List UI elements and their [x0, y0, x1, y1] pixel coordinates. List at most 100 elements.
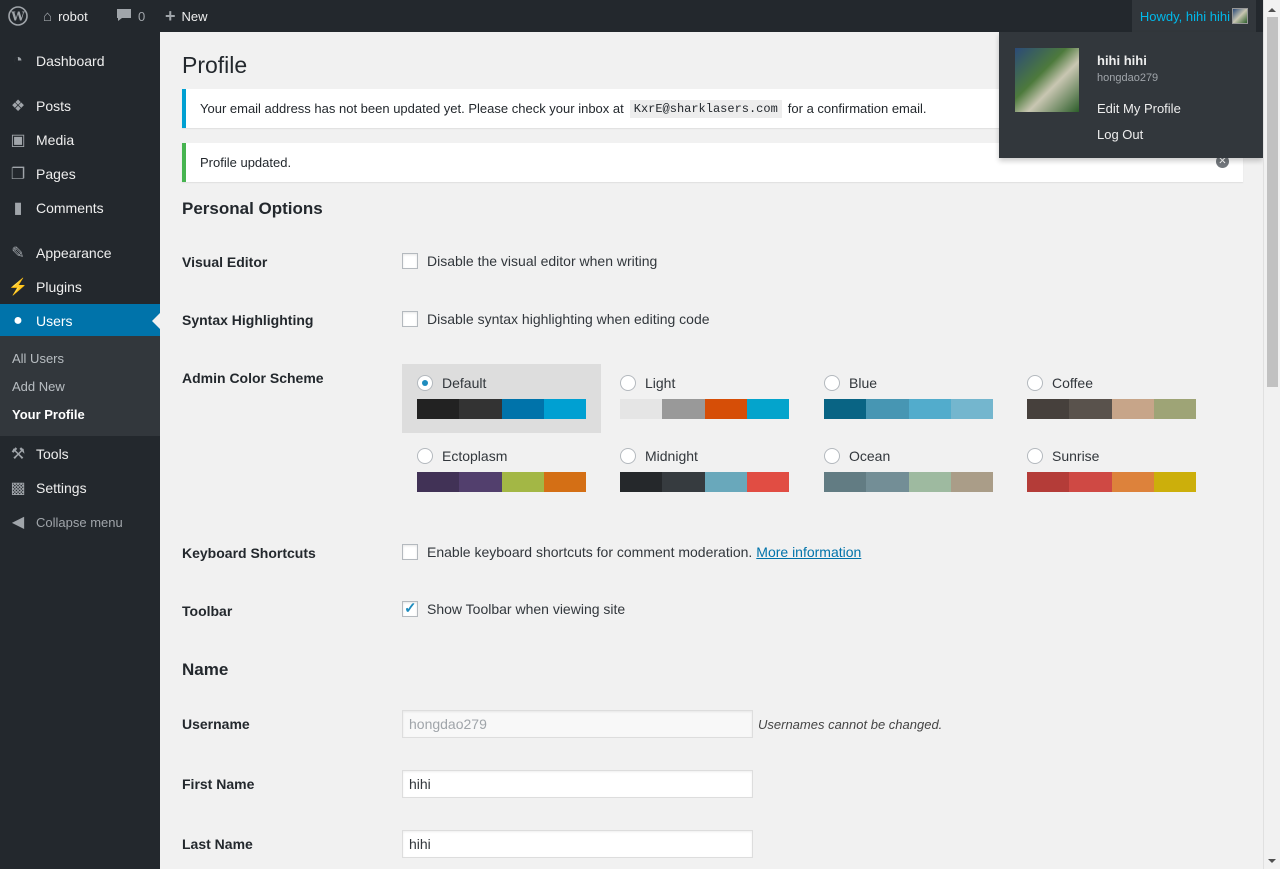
notice-text-after: for a confirmation email.	[787, 101, 927, 116]
submenu-your-profile[interactable]: Your Profile	[12, 407, 85, 422]
scheme-coffee[interactable]: Coffee	[1012, 364, 1211, 433]
color-swatch	[1153, 399, 1196, 419]
menu-comments[interactable]: ▮ Comments	[0, 191, 160, 225]
scheme-midnight[interactable]: Midnight	[605, 437, 804, 506]
scheme-sunrise[interactable]: Sunrise	[1012, 437, 1211, 506]
menu-dashboard[interactable]: ◔ Dashboard	[0, 44, 160, 78]
submenu-add-new[interactable]: Add New	[12, 379, 65, 394]
syntax-highlighting-option[interactable]: Disable syntax highlighting when editing…	[402, 311, 710, 327]
menu-pages[interactable]: ❐ Pages	[0, 157, 160, 191]
new-content-link[interactable]: + New	[165, 0, 208, 32]
page-scrollbar[interactable]	[1263, 0, 1280, 869]
scheme-radio[interactable]	[824, 374, 840, 391]
username-description: Usernames cannot be changed.	[758, 717, 943, 732]
menu-tools[interactable]: ⚒ Tools	[0, 437, 160, 471]
scheme-ectoplasm[interactable]: Ectoplasm	[402, 437, 601, 506]
menu-settings[interactable]: ▩ Settings	[0, 471, 160, 505]
menu-posts[interactable]: ❖ Posts	[0, 89, 160, 123]
log-out-link[interactable]: Log Out	[1097, 127, 1143, 142]
syntax-highlighting-label: Syntax Highlighting	[182, 312, 314, 328]
color-swatch	[543, 472, 586, 492]
media-icon: ▣	[10, 132, 26, 149]
toolbar-checkbox[interactable]	[402, 599, 418, 617]
scrollbar-thumb[interactable]	[1267, 17, 1278, 387]
color-swatch	[950, 472, 993, 492]
admin-color-scheme-label: Admin Color Scheme	[182, 370, 324, 386]
visual-editor-checkbox[interactable]	[402, 253, 418, 269]
menu-label: Settings	[36, 480, 87, 496]
color-swatch	[501, 472, 544, 492]
scheme-name: Light	[645, 374, 676, 391]
submenu-all-users[interactable]: All Users	[12, 351, 64, 366]
scheme-radio[interactable]	[417, 374, 433, 391]
toolbar-option[interactable]: Show Toolbar when viewing site	[402, 599, 625, 617]
scheme-radio[interactable]	[1027, 447, 1043, 464]
color-swatch	[1111, 399, 1154, 419]
color-swatch	[824, 399, 867, 419]
scheme-radio[interactable]	[620, 447, 636, 464]
scheme-swatches	[824, 399, 993, 419]
display-name[interactable]: hihi hihi	[1097, 53, 1147, 68]
scheme-radio[interactable]	[620, 374, 636, 391]
wordpress-logo-icon[interactable]: W	[5, 0, 31, 32]
color-swatch	[746, 399, 789, 419]
color-swatch	[866, 399, 909, 419]
visual-editor-option[interactable]: Disable the visual editor when writing	[402, 253, 657, 269]
more-information-link[interactable]: More information	[756, 544, 861, 560]
my-account-menu[interactable]: Howdy, hihi hihi	[1131, 0, 1256, 32]
svg-text:W: W	[10, 10, 25, 24]
username-label: Username	[182, 716, 250, 732]
menu-appearance[interactable]: ✎ Appearance	[0, 236, 160, 270]
comments-link[interactable]: 0	[116, 0, 145, 32]
visual-editor-label: Visual Editor	[182, 254, 268, 270]
scheme-radio[interactable]	[417, 447, 433, 464]
last-name-field[interactable]: hihi	[402, 830, 753, 858]
scheme-radio[interactable]	[824, 447, 840, 464]
scroll-down-arrow-icon[interactable]	[1268, 859, 1276, 867]
scheme-radio[interactable]	[1027, 374, 1043, 391]
avatar[interactable]	[1015, 48, 1079, 112]
color-swatch	[866, 472, 909, 492]
scroll-up-arrow-icon[interactable]	[1268, 4, 1276, 12]
scheme-name: Blue	[849, 374, 878, 391]
menu-users[interactable]: ● Users	[0, 304, 160, 338]
color-swatch	[620, 399, 663, 419]
scheme-blue[interactable]: Blue	[809, 364, 1008, 433]
menu-label: Users	[36, 313, 73, 329]
visual-editor-text: Disable the visual editor when writing	[427, 253, 658, 269]
scheme-name: Ectoplasm	[442, 447, 508, 464]
scheme-name: Ocean	[849, 447, 891, 464]
comment-bubble-icon	[116, 8, 132, 25]
site-name-link[interactable]: ⌂ robot	[43, 0, 88, 32]
dropdown-username: hongdao279	[1097, 72, 1159, 84]
home-icon: ⌂	[43, 7, 53, 25]
menu-plugins[interactable]: ⚡ Plugins	[0, 270, 160, 304]
scheme-light[interactable]: Light	[605, 364, 804, 433]
wrench-icon: ⚒	[10, 446, 26, 463]
user-icon: ●	[13, 312, 23, 329]
color-swatch	[1069, 472, 1112, 492]
site-name-label: robot	[58, 8, 88, 24]
notice-email-code: KxrE@sharklasers.com	[629, 99, 782, 118]
scheme-swatches	[417, 399, 586, 419]
plus-icon: +	[165, 5, 176, 26]
color-swatch	[746, 472, 789, 492]
collapse-menu-button[interactable]: ◀ Collapse menu	[0, 505, 160, 539]
scheme-default[interactable]: Default	[402, 364, 601, 433]
edit-my-profile-link[interactable]: Edit My Profile	[1097, 101, 1181, 116]
account-dropdown: hihi hihi hongdao279 Edit My Profile Log…	[999, 32, 1263, 158]
scheme-swatches	[1027, 472, 1196, 492]
keyboard-shortcuts-option[interactable]: Enable keyboard shortcuts for comment mo…	[402, 544, 861, 560]
avatar-small	[1232, 8, 1248, 24]
color-swatch	[417, 472, 460, 492]
syntax-highlighting-checkbox[interactable]	[402, 311, 418, 327]
scheme-swatches	[620, 399, 789, 419]
color-swatch	[1027, 399, 1070, 419]
menu-label: Tools	[36, 446, 69, 462]
scheme-ocean[interactable]: Ocean	[809, 437, 1008, 506]
menu-media[interactable]: ▣ Media	[0, 123, 160, 157]
color-swatch	[417, 399, 460, 419]
first-name-field[interactable]: hihi	[402, 770, 753, 798]
keyboard-shortcuts-checkbox[interactable]	[402, 544, 418, 560]
scheme-swatches	[620, 472, 789, 492]
